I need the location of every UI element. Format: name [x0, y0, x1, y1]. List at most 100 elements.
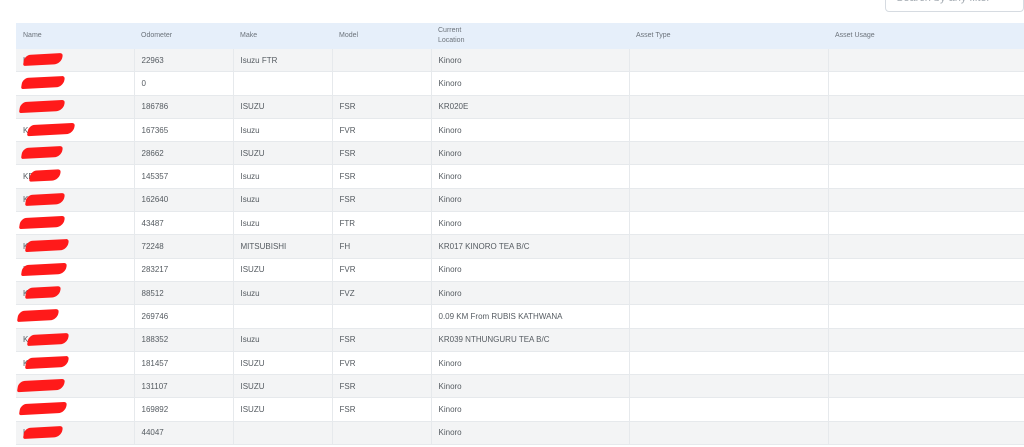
table-row[interactable]: 131107 ISUZU FSR Kinoro — [16, 374, 1024, 399]
table-row[interactable]: K28662ISUZUFSRKinoro — [16, 141, 1024, 166]
search-input[interactable] — [885, 0, 1024, 12]
cell-location: Kinoro — [431, 49, 630, 73]
cell-name — [16, 304, 135, 329]
cell-location: Kinoro — [431, 351, 630, 376]
cell-location: Kinoro — [431, 118, 630, 143]
column-header-make[interactable]: Make — [233, 23, 332, 49]
redaction-mark — [24, 192, 66, 206]
cell-odometer: 88512 — [134, 281, 234, 306]
cell-make: Isuzu — [233, 118, 333, 143]
redaction-mark — [28, 169, 62, 183]
column-header-odometer[interactable]: Odometer — [134, 23, 233, 49]
table-row[interactable]: K 167365 Isuzu FVR Kinoro — [16, 118, 1024, 143]
cell-name: K — [16, 234, 135, 259]
redaction-mark — [26, 332, 70, 346]
cell-name: K — [16, 351, 135, 376]
cell-model — [332, 71, 432, 96]
table-row[interactable]: K181457ISUZUFVRKinoro — [16, 351, 1024, 376]
cell-location: Kinoro — [431, 397, 630, 422]
cell-asset-type — [629, 304, 829, 329]
cell-name — [16, 397, 135, 422]
table-row[interactable]: 269746 0.09 KM From RUBIS KATHWANA — [16, 304, 1024, 329]
column-header-asset-type[interactable]: Asset Type — [629, 23, 828, 49]
table-row[interactable]: K 188352 Isuzu FSR KR039 NTHUNGURU TEA B/C — [16, 328, 1024, 352]
column-header-asset-usage[interactable]: Asset Usage — [828, 23, 1024, 49]
cell-asset-usage — [828, 49, 1024, 73]
cell-asset-usage — [828, 351, 1024, 376]
table-row[interactable]: 169892 ISUZU FSR Kinoro — [16, 397, 1024, 422]
cell-model: FSR — [332, 141, 432, 166]
cell-make: ISUZU — [233, 397, 333, 422]
asset-list-page: Name Odometer Make Model Current Locatio… — [0, 0, 1024, 447]
cell-asset-usage — [828, 258, 1024, 282]
cell-asset-usage — [828, 118, 1024, 143]
cell-make: MITSUBISHI — [233, 234, 333, 259]
cell-asset-usage — [828, 281, 1024, 306]
cell-asset-type — [629, 164, 829, 189]
cell-model: FSR — [332, 397, 432, 422]
redaction-mark — [18, 99, 66, 113]
cell-make — [233, 421, 333, 446]
column-header-model[interactable]: Model — [332, 23, 431, 49]
cell-asset-usage — [828, 421, 1024, 446]
redaction-mark — [16, 309, 60, 323]
redaction-mark — [20, 76, 66, 90]
cell-name — [16, 374, 135, 399]
cell-make: ISUZU — [233, 258, 333, 282]
cell-odometer: 167365 — [134, 118, 234, 143]
column-header-current-location[interactable]: Current Location — [431, 23, 629, 49]
cell-name: P — [16, 71, 135, 96]
cell-make: Isuzu — [233, 281, 333, 306]
cell-asset-type — [629, 188, 829, 213]
table-row[interactable]: P0 Kinoro — [16, 71, 1024, 96]
table-row[interactable]: KB 145357 Isuzu FSR Kinoro — [16, 164, 1024, 189]
table-row[interactable]: K44047 Kinoro — [16, 421, 1024, 446]
cell-name: K — [16, 118, 135, 143]
redaction-mark — [18, 215, 66, 230]
cell-make: Isuzu — [233, 328, 333, 352]
cell-odometer: 28662 — [134, 141, 234, 166]
column-header-name[interactable]: Name — [16, 23, 134, 49]
redaction-mark — [22, 53, 64, 66]
cell-location: Kinoro — [431, 421, 630, 446]
table-row[interactable]: K43487IsuzuFTRKinoro — [16, 211, 1024, 236]
cell-name: K — [16, 188, 135, 213]
cell-model: FSR — [332, 164, 432, 189]
cell-model: FSR — [332, 95, 432, 119]
cell-name: KB — [16, 164, 135, 189]
cell-asset-type — [629, 281, 829, 306]
cell-location: Kinoro — [431, 188, 630, 213]
cell-model — [332, 421, 432, 446]
cell-asset-usage — [828, 397, 1024, 422]
cell-name: K — [16, 421, 135, 446]
cell-model — [332, 304, 432, 329]
cell-odometer: 169892 — [134, 397, 234, 422]
cell-asset-type — [629, 397, 829, 422]
cell-make: ISUZU — [233, 141, 333, 166]
redaction-mark — [20, 262, 68, 276]
cell-asset-type — [629, 328, 829, 352]
cell-location: Kinoro — [431, 281, 630, 306]
cell-location: KR039 NTHUNGURU TEA B/C — [431, 328, 630, 352]
cell-make — [233, 71, 333, 96]
redaction-mark — [16, 378, 66, 393]
table-row[interactable]: K72248MITSUBISHIFHKR017 KINORO TEA B/C — [16, 234, 1024, 259]
cell-model — [332, 49, 432, 73]
cell-location: Kinoro — [431, 71, 630, 96]
table-row[interactable]: K162640IsuzuFSRKinoro — [16, 188, 1024, 213]
cell-name — [16, 95, 135, 119]
cell-odometer: 283217 — [134, 258, 234, 282]
table-row[interactable]: K22963Isuzu FTR Kinoro — [16, 49, 1024, 73]
table-row[interactable]: K88512IsuzuFVZKinoro — [16, 281, 1024, 306]
cell-make: Isuzu — [233, 211, 333, 236]
cell-asset-usage — [828, 188, 1024, 213]
cell-name: K — [16, 281, 135, 306]
cell-location: Kinoro — [431, 211, 630, 236]
cell-asset-type — [629, 118, 829, 143]
table-row[interactable]: K283217ISUZUFVRKinoro — [16, 258, 1024, 282]
cell-asset-usage — [828, 211, 1024, 236]
cell-asset-type — [629, 258, 829, 282]
table-row[interactable]: 186786 ISUZU FSR KR020E — [16, 95, 1024, 119]
cell-odometer: 188352 — [134, 328, 234, 352]
cell-odometer: 44047 — [134, 421, 234, 446]
